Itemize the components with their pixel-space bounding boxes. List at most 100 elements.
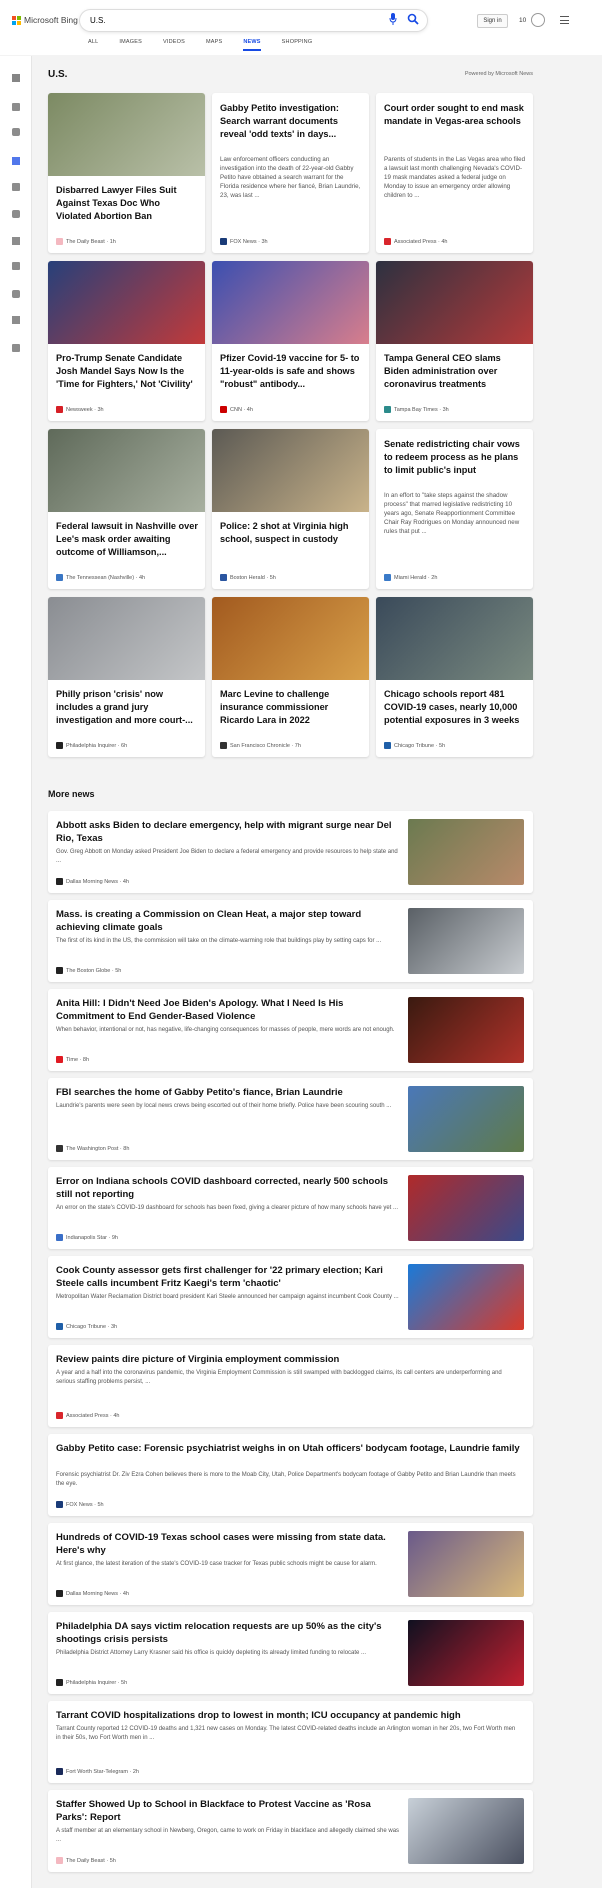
story-source: The Tennessean (Nashville) · 4h (56, 574, 145, 581)
story-image[interactable] (212, 597, 369, 680)
rewards-points[interactable]: 10 (519, 17, 526, 24)
news-source: The Washington Post · 8h (56, 1145, 129, 1152)
story-image[interactable] (376, 261, 533, 344)
news-snippet: Philadelphia District Attorney Larry Kra… (56, 1650, 367, 1656)
story-title[interactable]: Court order sought to end mask mandate i… (384, 102, 526, 128)
story-title[interactable]: Marc Levine to challenge insurance commi… (220, 688, 362, 727)
news-list-item[interactable]: FBI searches the home of Gabby Petito's … (48, 1078, 533, 1160)
news-list-item[interactable]: Mass. is creating a Commission on Clean … (48, 900, 533, 982)
home-icon[interactable] (11, 99, 21, 111)
news-list-item[interactable]: Staffer Showed Up to School in Blackface… (48, 1790, 533, 1872)
news-title[interactable]: Gabby Petito case: Forensic psychiatrist… (56, 1442, 521, 1455)
story-source: The Daily Beast · 1h (56, 238, 116, 245)
news-list-item[interactable]: Philadelphia DA says victim relocation r… (48, 1612, 533, 1694)
source-logo-icon (56, 1857, 63, 1864)
tab-maps[interactable]: MAPS (206, 39, 222, 53)
story-card[interactable]: Chicago schools report 481 COVID-19 case… (376, 597, 533, 757)
story-card[interactable]: Pfizer Covid-19 vaccine for 5- to 11-yea… (212, 261, 369, 421)
news-thumbnail[interactable] (408, 908, 524, 974)
tab-all[interactable]: ALL (88, 39, 98, 53)
news-title[interactable]: Mass. is creating a Commission on Clean … (56, 908, 401, 934)
news-list-item[interactable]: Gabby Petito case: Forensic psychiatrist… (48, 1434, 533, 1516)
card-icon[interactable] (11, 340, 21, 352)
news-title[interactable]: Cook County assessor gets first challeng… (56, 1264, 401, 1290)
sparkle-icon[interactable] (11, 124, 21, 136)
story-image[interactable] (48, 429, 205, 512)
flask-icon[interactable] (11, 233, 21, 245)
story-card[interactable]: Philly prison 'crisis' now includes a gr… (48, 597, 205, 757)
story-card[interactable]: Senate redistricting chair vows to redee… (376, 429, 533, 589)
story-title[interactable]: Pro-Trump Senate Candidate Josh Mandel S… (56, 352, 198, 391)
news-thumbnail[interactable] (408, 1531, 524, 1597)
story-card[interactable]: Police: 2 shot at Virginia high school, … (212, 429, 369, 589)
story-title[interactable]: Disbarred Lawyer Files Suit Against Texa… (56, 184, 198, 223)
news-list-item[interactable]: Cook County assessor gets first challeng… (48, 1256, 533, 1338)
news-list-item[interactable]: Anita Hill: I Didn't Need Joe Biden's Ap… (48, 989, 533, 1071)
source-name: Associated Press · 4h (394, 238, 448, 245)
search-icon[interactable] (407, 13, 419, 25)
news-title[interactable]: Abbott asks Biden to declare emergency, … (56, 819, 401, 845)
story-card[interactable]: Gabby Petito investigation: Search warra… (212, 93, 369, 253)
news-title[interactable]: Hundreds of COVID-19 Texas school cases … (56, 1531, 401, 1557)
news-title[interactable]: Anita Hill: I Didn't Need Joe Biden's Ap… (56, 997, 401, 1023)
news-title[interactable]: FBI searches the home of Gabby Petito's … (56, 1086, 401, 1099)
news-list-item[interactable]: Review paints dire picture of Virginia e… (48, 1345, 533, 1427)
film-icon[interactable] (11, 286, 21, 298)
story-source: Philadelphia Inquirer · 6h (56, 742, 127, 749)
news-title[interactable]: Staffer Showed Up to School in Blackface… (56, 1798, 401, 1824)
news-thumbnail[interactable] (408, 1798, 524, 1864)
news-title[interactable]: Tarrant COVID hospitalizations drop to l… (56, 1709, 521, 1722)
story-card[interactable]: Pro-Trump Senate Candidate Josh Mandel S… (48, 261, 205, 421)
search-box (80, 10, 427, 31)
news-thumbnail[interactable] (408, 1264, 524, 1330)
story-title[interactable]: Police: 2 shot at Virginia high school, … (220, 520, 362, 546)
bing-logo[interactable]: Microsoft Bing (12, 15, 78, 25)
story-title[interactable]: Pfizer Covid-19 vaccine for 5- to 11-yea… (220, 352, 362, 391)
story-title[interactable]: Chicago schools report 481 COVID-19 case… (384, 688, 526, 727)
story-image[interactable] (376, 597, 533, 680)
story-card[interactable]: Federal lawsuit in Nashville over Lee's … (48, 429, 205, 589)
news-thumbnail[interactable] (408, 1175, 524, 1241)
pin-icon[interactable] (11, 179, 21, 191)
news-list-item[interactable]: Tarrant COVID hospitalizations drop to l… (48, 1701, 533, 1783)
news-thumbnail[interactable] (408, 1620, 524, 1686)
story-title[interactable]: Gabby Petito investigation: Search warra… (220, 102, 362, 141)
microphone-icon[interactable] (389, 13, 397, 25)
bank-icon[interactable] (11, 312, 21, 324)
news-title[interactable]: Review paints dire picture of Virginia e… (56, 1353, 521, 1366)
sign-in-button[interactable]: Sign in (477, 14, 508, 28)
news-thumbnail[interactable] (408, 997, 524, 1063)
story-card[interactable]: Disbarred Lawyer Files Suit Against Texa… (48, 93, 205, 253)
flag-icon[interactable] (11, 153, 21, 165)
news-list-item[interactable]: Error on Indiana schools COVID dashboard… (48, 1167, 533, 1249)
news-list-item[interactable]: Hundreds of COVID-19 Texas school cases … (48, 1523, 533, 1605)
story-title[interactable]: Senate redistricting chair vows to redee… (384, 438, 526, 477)
tab-images[interactable]: IMAGES (119, 39, 142, 53)
chevron-right-icon[interactable] (11, 70, 21, 82)
news-title[interactable]: Error on Indiana schools COVID dashboard… (56, 1175, 401, 1201)
rewards-trophy-icon[interactable] (531, 13, 545, 27)
story-image[interactable] (48, 597, 205, 680)
story-image[interactable] (48, 261, 205, 344)
tab-shopping[interactable]: SHOPPING (282, 39, 313, 53)
globe-icon[interactable] (11, 206, 21, 218)
story-card[interactable]: Tampa General CEO slams Biden administra… (376, 261, 533, 421)
story-image[interactable] (48, 93, 205, 176)
tab-news[interactable]: NEWS (243, 39, 261, 53)
story-image[interactable] (212, 261, 369, 344)
hamburger-menu-icon[interactable] (560, 16, 569, 24)
rocket-icon[interactable] (11, 258, 21, 270)
news-list-item[interactable]: Abbott asks Biden to declare emergency, … (48, 811, 533, 893)
story-title[interactable]: Tampa General CEO slams Biden administra… (384, 352, 526, 391)
tab-videos[interactable]: VIDEOS (163, 39, 185, 53)
story-title[interactable]: Federal lawsuit in Nashville over Lee's … (56, 520, 198, 559)
story-image[interactable] (212, 429, 369, 512)
story-title[interactable]: Philly prison 'crisis' now includes a gr… (56, 688, 198, 727)
search-input[interactable] (90, 14, 360, 27)
news-thumbnail[interactable] (408, 819, 524, 885)
story-source: FOX News · 3h (220, 238, 268, 245)
news-thumbnail[interactable] (408, 1086, 524, 1152)
news-title[interactable]: Philadelphia DA says victim relocation r… (56, 1620, 401, 1646)
story-card[interactable]: Marc Levine to challenge insurance commi… (212, 597, 369, 757)
story-card[interactable]: Court order sought to end mask mandate i… (376, 93, 533, 253)
